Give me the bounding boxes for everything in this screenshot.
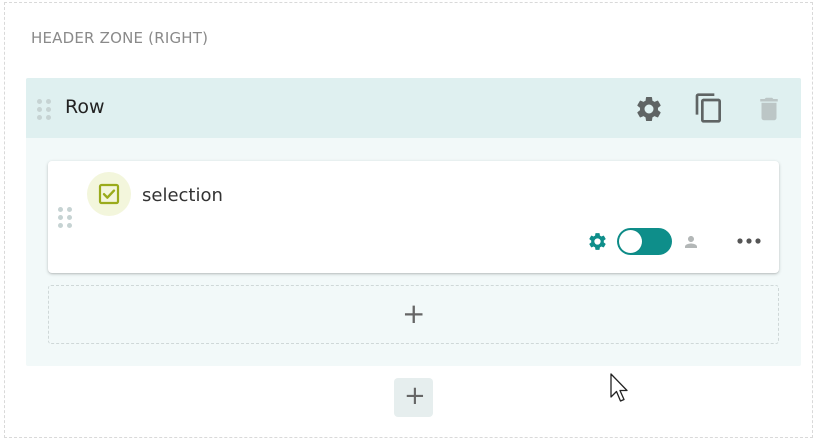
row-drag-handle-icon[interactable]	[37, 99, 51, 120]
more-options-icon[interactable]	[736, 236, 762, 246]
zone-title: HEADER ZONE (RIGHT)	[31, 29, 209, 47]
add-row-button[interactable]: +	[394, 378, 433, 417]
mouse-cursor-icon	[610, 373, 628, 402]
user-icon[interactable]	[682, 233, 700, 251]
field-settings-gear-icon[interactable]	[587, 231, 608, 252]
field-label: selection	[142, 185, 223, 206]
row-container: Row selection +	[26, 78, 801, 366]
field-type-badge	[87, 172, 131, 216]
add-row-plus-icon: +	[404, 381, 426, 411]
row-header: Row	[26, 78, 801, 138]
toggle-knob	[619, 230, 642, 253]
row-settings-gear-icon[interactable]	[634, 94, 664, 124]
add-field-dropzone[interactable]: +	[48, 285, 779, 344]
row-title: Row	[65, 96, 105, 118]
field-card-selection[interactable]: selection	[48, 161, 779, 273]
card-drag-handle-icon[interactable]	[58, 207, 72, 228]
row-delete-trash-icon[interactable]	[754, 94, 784, 124]
checkbox-icon	[98, 183, 120, 205]
row-duplicate-copy-icon[interactable]	[693, 92, 725, 124]
field-visibility-toggle[interactable]	[617, 228, 672, 255]
add-field-plus-icon: +	[402, 297, 426, 330]
